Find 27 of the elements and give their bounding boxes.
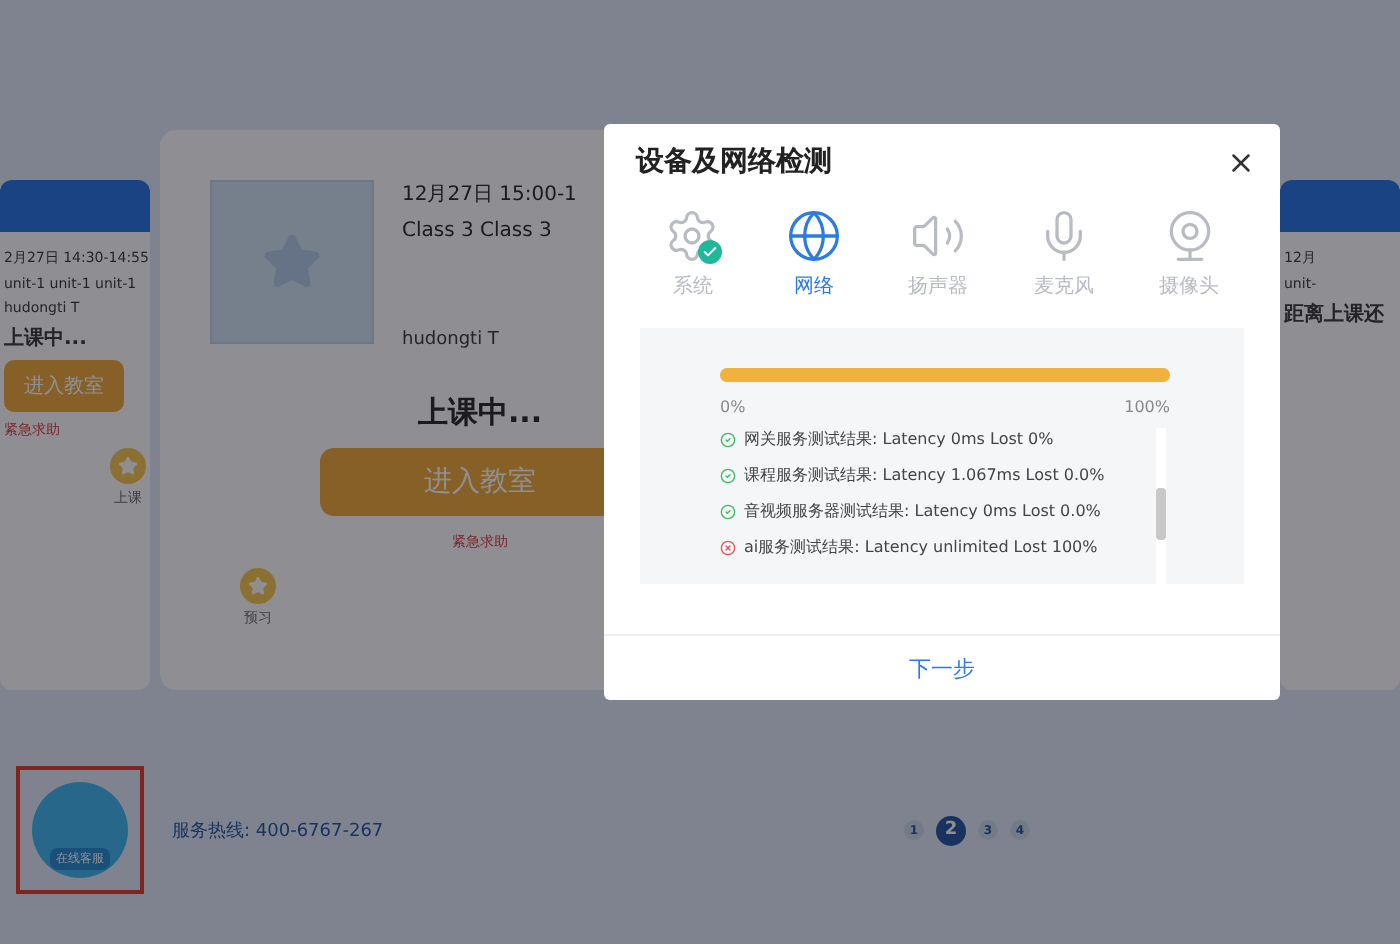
card-header-band bbox=[1280, 180, 1400, 232]
check-step-tab[interactable]: 扬声器 bbox=[891, 208, 984, 300]
gear-icon bbox=[664, 208, 721, 264]
check-step-tab[interactable]: 摄像头 bbox=[1143, 208, 1236, 300]
class-status: 上课中... bbox=[417, 394, 543, 432]
check-step-tab[interactable]: 麦克风 bbox=[1017, 208, 1110, 300]
dialog-title: 设备及网络检测 bbox=[636, 144, 832, 180]
test-result: 音视频服务器测试结果: Latency 0ms Lost 0.0% bbox=[744, 500, 1101, 522]
test-result: 网关服务测试结果: Latency 0ms Lost 0% bbox=[744, 428, 1054, 450]
test-result: 课程服务测试结果: Latency 1.067ms Lost 0.0% bbox=[744, 464, 1105, 486]
next-step-button[interactable]: 下一步 bbox=[897, 651, 987, 685]
class-time: 12月27日 15:00-1 bbox=[402, 182, 577, 208]
progress-max-label: 100% bbox=[1124, 398, 1170, 416]
progress-min-label: 0% bbox=[720, 398, 746, 416]
test-result: ai服务测试结果: Latency unlimited Lost 100% bbox=[744, 536, 1098, 558]
enter-classroom-button[interactable]: 进入教室 bbox=[4, 360, 124, 412]
class-title: Class 3 Class 3 bbox=[402, 220, 554, 242]
check-step-tab[interactable]: 网络 bbox=[770, 208, 859, 300]
service-hotline: 服务热线: 400-6767-267 bbox=[172, 819, 384, 843]
class-status: 距离上课还 bbox=[1284, 300, 1384, 328]
globe-icon bbox=[786, 208, 843, 264]
class-status: 上课中... bbox=[4, 325, 87, 352]
page-dot[interactable]: 2 bbox=[936, 815, 966, 845]
teacher-name: hudongti T bbox=[402, 330, 501, 350]
check-step-tab[interactable]: 系统 bbox=[648, 208, 737, 300]
scrollbar-thumb[interactable] bbox=[1156, 488, 1166, 540]
check-badge-icon bbox=[698, 240, 723, 264]
